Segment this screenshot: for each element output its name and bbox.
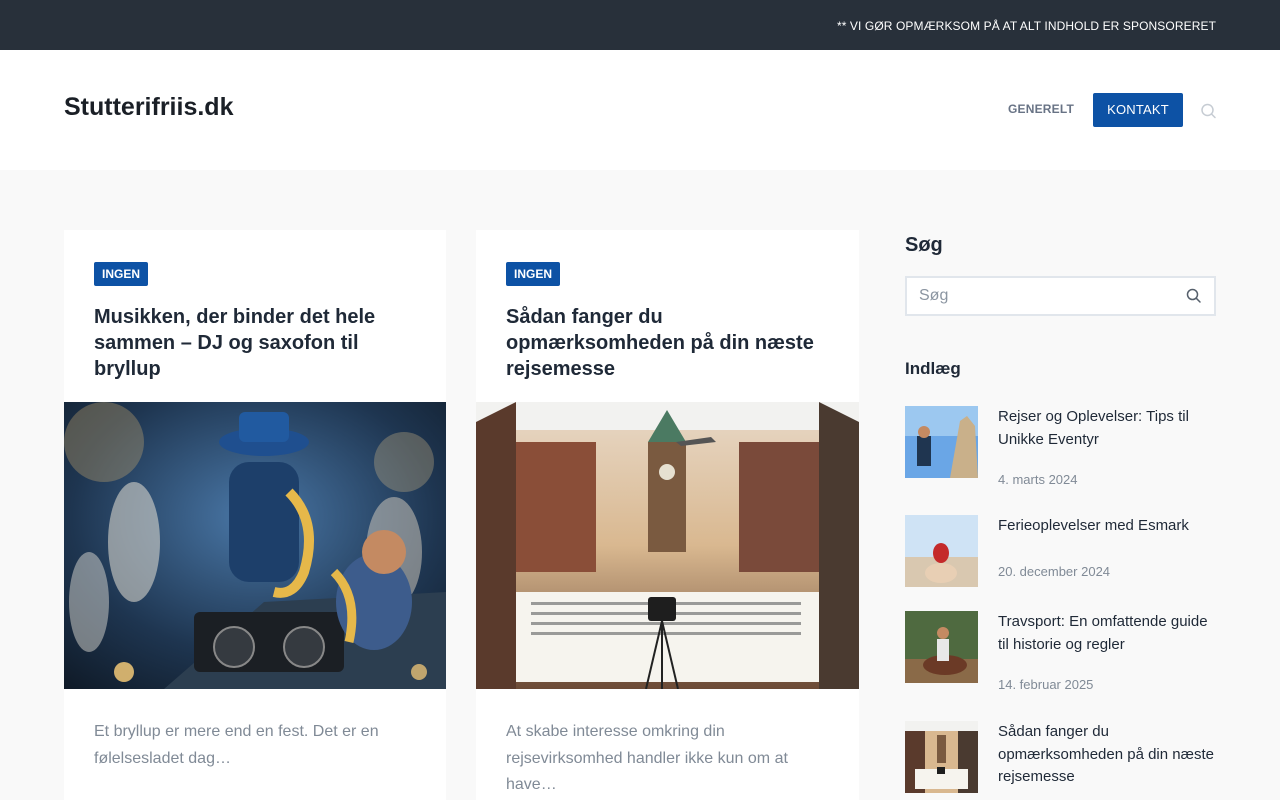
nav-item-generelt[interactable]: GENERELT [1008,102,1074,116]
sidebar-search-heading: Søg [905,234,943,256]
article-title-link[interactable]: Sådan fanger du opmærksomheden på din næ… [506,304,836,382]
article-excerpt: Et bryllup er mere end en fest. Det er e… [94,723,379,767]
article-image-travel-fair[interactable] [476,402,859,689]
post-date: 14. februar 2025 [998,677,1094,692]
article-image-dj-saxophone[interactable] [64,402,446,689]
sidebar-posts-heading: Indlæg [905,359,961,378]
post-title-link[interactable]: Sådan fanger du opmærksomheden på din næ… [998,721,1216,789]
post-date: 4. marts 2024 [998,472,1078,487]
post-title-link[interactable]: Travsport: En omfattende guide til histo… [998,611,1216,656]
post-thumbnail[interactable] [905,515,978,587]
post-date: 20. december 2024 [998,564,1111,579]
search-icon[interactable] [1186,288,1202,304]
category-badge[interactable]: INGEN [506,262,561,286]
post-thumbnail[interactable] [905,611,978,683]
article-title-link[interactable]: Musikken, der binder det hele sammen – D… [94,304,424,382]
post-thumbnail[interactable] [905,721,978,793]
article-excerpt: At skabe interesse omkring din rejsevirk… [506,723,788,793]
article-card: INGEN Sådan fanger du opmærksomheden på … [476,230,859,800]
site-logo-link[interactable]: Stutterifriis.dk [64,93,233,122]
post-title-link[interactable]: Ferieoplevelser med Esmark [998,515,1216,538]
sidebar-search-input[interactable] [919,278,1179,314]
nav-item-kontakt-button[interactable]: KONTAKT [1093,93,1183,127]
top-notice-bar: ** VI GØR OPMÆRKSOM PÅ AT ALT INDHOLD ER… [0,0,1280,50]
article-card: INGEN Musikken, der binder det hele samm… [64,230,446,800]
site-header: Stutterifriis.dk GENERELT KONTAKT [0,50,1280,170]
sidebar-search-box [905,276,1216,316]
post-thumbnail[interactable] [905,406,978,478]
category-badge[interactable]: INGEN [94,262,149,286]
search-icon[interactable] [1200,102,1218,120]
post-title-link[interactable]: Rejser og Oplevelser: Tips til Unikke Ev… [998,406,1216,451]
sponsored-notice: ** VI GØR OPMÆRKSOM PÅ AT ALT INDHOLD ER… [836,19,1216,33]
